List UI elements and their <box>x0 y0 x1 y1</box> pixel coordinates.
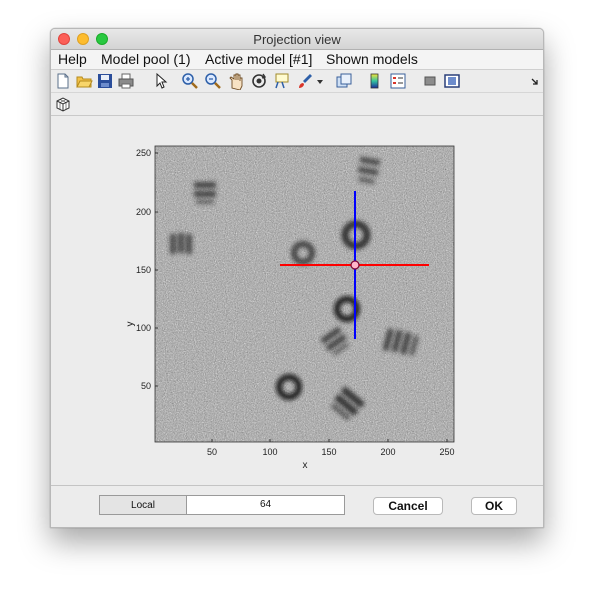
y-axis-label: y <box>125 322 136 327</box>
pan-hand-icon[interactable] <box>227 72 245 90</box>
y-tick-label: 200 <box>136 207 151 217</box>
x-axis: 50 100 150 200 250 x <box>207 439 455 471</box>
title-bar[interactable]: Projection view <box>51 29 543 50</box>
crosshair-center-marker[interactable] <box>350 260 360 270</box>
window-title: Projection view <box>253 32 341 47</box>
y-tick-label: 50 <box>141 381 151 391</box>
plot-area: 50 100 150 200 250 y 50 100 150 200 250 … <box>51 117 543 483</box>
x-tick-label: 50 <box>207 447 217 457</box>
zoom-out-icon[interactable] <box>204 72 222 90</box>
zoom-in-icon[interactable] <box>181 72 199 90</box>
save-icon[interactable] <box>96 72 114 90</box>
projection-view-window: Projection view Help Model pool (1) Acti… <box>50 28 544 528</box>
menu-active-model[interactable]: Active model [#1] <box>205 51 312 67</box>
menu-model-pool[interactable]: Model pool (1) <box>101 51 191 67</box>
link-icon[interactable] <box>335 72 353 90</box>
cancel-button[interactable]: Cancel <box>373 497 443 515</box>
colorbar-icon[interactable] <box>366 72 384 90</box>
x-tick-label: 100 <box>262 447 277 457</box>
open-folder-icon[interactable] <box>75 72 93 90</box>
y-axis: 50 100 150 200 250 y <box>125 148 158 391</box>
footer-bar: Local 64 Cancel OK <box>51 485 543 527</box>
x-tick-label: 150 <box>321 447 336 457</box>
particle <box>170 233 192 254</box>
legend-icon[interactable] <box>389 72 407 90</box>
local-label: Local <box>99 495 187 515</box>
hide-plot-tools-icon[interactable] <box>421 72 439 90</box>
dock-arrow-icon[interactable] <box>529 72 541 90</box>
x-tick-label: 200 <box>380 447 395 457</box>
menu-shown-models[interactable]: Shown models <box>326 51 418 67</box>
projection-plot[interactable]: 50 100 150 200 250 y 50 100 150 200 250 … <box>51 117 543 483</box>
3d-cube-icon[interactable] <box>54 95 72 113</box>
new-file-icon[interactable] <box>54 72 72 90</box>
ok-button[interactable]: OK <box>471 497 517 515</box>
menu-bar: Help Model pool (1) Active model [#1] Sh… <box>51 50 543 70</box>
local-value-field[interactable]: 64 <box>187 495 345 515</box>
toolbar <box>51 70 543 93</box>
secondary-toolbar <box>51 93 543 116</box>
rotate-icon[interactable] <box>250 72 268 90</box>
dropdown-arrow-icon[interactable] <box>315 72 325 90</box>
print-icon[interactable] <box>117 72 135 90</box>
x-tick-label: 250 <box>439 447 454 457</box>
data-cursor-icon[interactable] <box>273 72 291 90</box>
brush-icon[interactable] <box>296 72 314 90</box>
pointer-icon[interactable] <box>152 72 170 90</box>
micrograph-noise <box>155 146 454 442</box>
y-tick-label: 150 <box>136 265 151 275</box>
y-tick-label: 250 <box>136 148 151 158</box>
particle <box>194 182 216 204</box>
show-plot-tools-icon[interactable] <box>443 72 461 90</box>
y-tick-label: 100 <box>136 323 151 333</box>
x-axis-label: x <box>303 460 308 471</box>
menu-help[interactable]: Help <box>58 51 87 67</box>
